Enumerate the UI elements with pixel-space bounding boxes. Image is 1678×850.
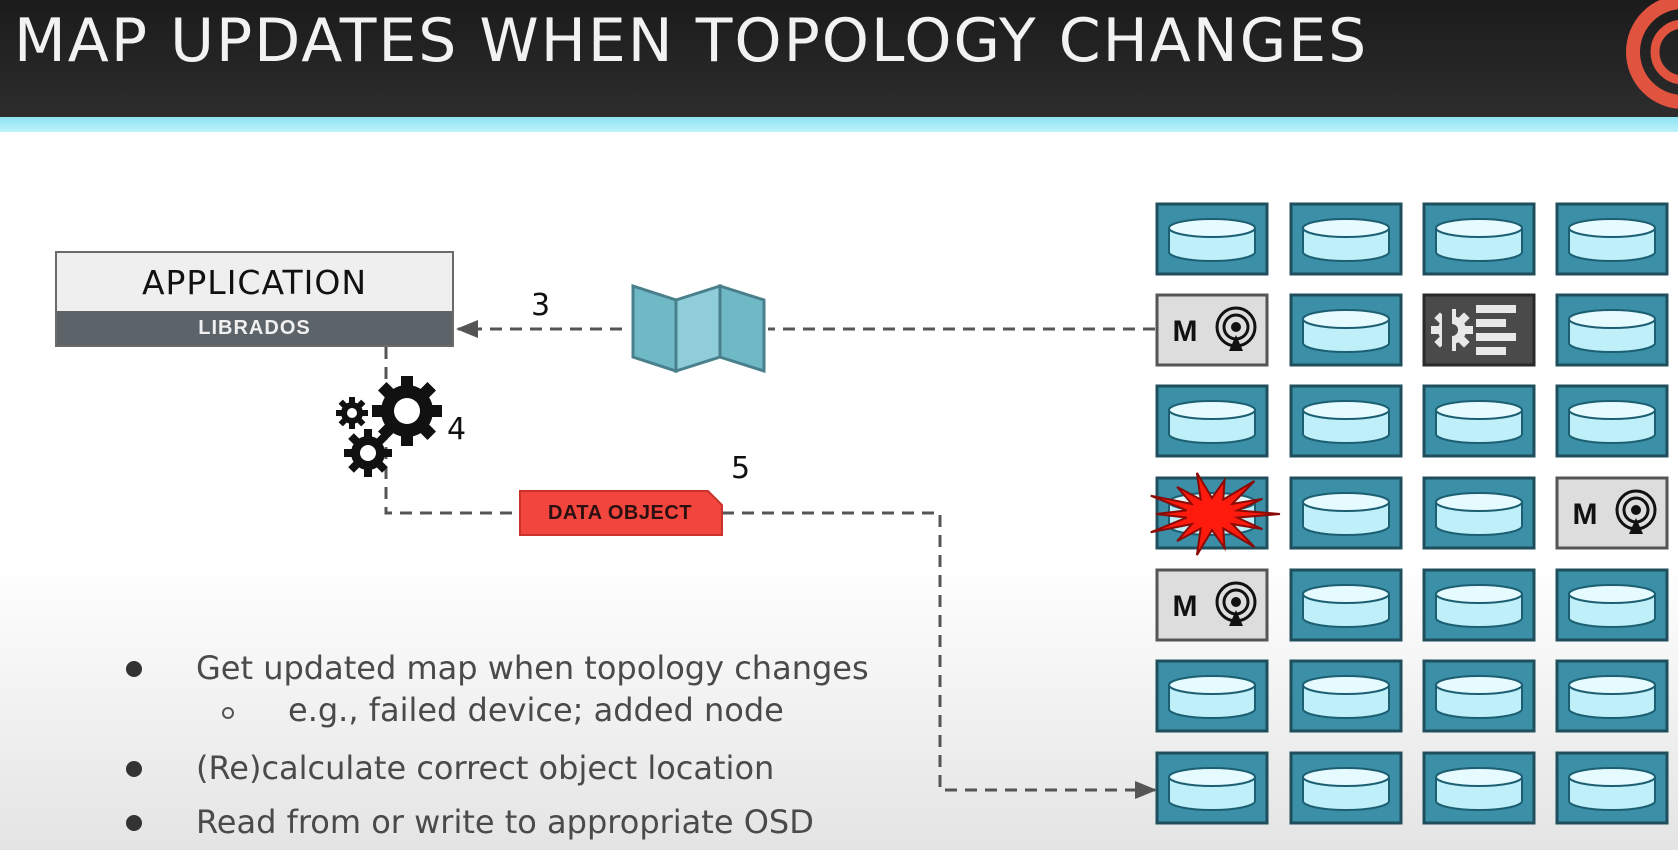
gears-icon — [336, 376, 442, 477]
osd-node — [1555, 751, 1669, 825]
folded-map-icon — [631, 283, 766, 374]
disk-icon — [1302, 584, 1390, 628]
osd-node — [1555, 568, 1669, 642]
osd-node — [1555, 293, 1669, 367]
monitor-label: M — [1173, 590, 1198, 623]
disk-icon — [1568, 400, 1656, 444]
osd-node — [1422, 384, 1536, 458]
monitor-node: M — [1155, 293, 1269, 367]
disk-icon — [1435, 584, 1523, 628]
monitor-node: M — [1555, 476, 1669, 550]
disk-icon — [1302, 492, 1390, 536]
disk-icon — [1168, 218, 1256, 262]
osd-node — [1289, 659, 1403, 733]
disk-icon — [1435, 492, 1523, 536]
step-4-label: 4 — [447, 412, 467, 447]
disk-icon — [1568, 767, 1656, 811]
disk-icon — [1302, 400, 1390, 444]
disk-icon — [1168, 675, 1256, 719]
step-5-label: 5 — [731, 451, 751, 486]
osd-node — [1289, 751, 1403, 825]
disk-icon — [1568, 584, 1656, 628]
disk-icon — [1168, 400, 1256, 444]
osd-node — [1289, 293, 1403, 367]
monitor-label: M — [1173, 315, 1198, 348]
osd-node — [1289, 202, 1403, 276]
osd-node — [1555, 202, 1669, 276]
osd-node — [1155, 659, 1269, 733]
osd-node — [1155, 202, 1269, 276]
disk-icon — [1435, 218, 1523, 262]
osd-node — [1422, 568, 1536, 642]
diagram-canvas: M M M — [336, 202, 1669, 825]
bullet-text: Get updated map when topology changes — [196, 649, 869, 687]
disk-icon — [1168, 767, 1256, 811]
bullet-text: (Re)calculate correct object location — [196, 749, 775, 787]
osd-node — [1155, 384, 1269, 458]
osd-node — [1155, 751, 1269, 825]
monitor-node: M — [1155, 568, 1269, 642]
osd-node — [1422, 751, 1536, 825]
osd-node — [1289, 476, 1403, 550]
disk-icon — [1568, 309, 1656, 353]
osd-node — [1422, 659, 1536, 733]
failed-osd-node — [1150, 472, 1281, 556]
disk-icon — [1435, 675, 1523, 719]
bullet-dot-icon — [126, 761, 142, 777]
disk-icon — [1568, 218, 1656, 262]
data-object-label: DATA OBJECT — [547, 502, 692, 524]
osd-node — [1422, 202, 1536, 276]
disk-icon — [1302, 767, 1390, 811]
disk-icon — [1568, 675, 1656, 719]
disk-icon — [1435, 400, 1523, 444]
bullet-dot-icon — [126, 815, 142, 831]
osd-node — [1555, 384, 1669, 458]
disk-icon — [1302, 675, 1390, 719]
bullet-dot-icon — [126, 661, 142, 677]
osd-node — [1555, 659, 1669, 733]
bullet-text: Read from or write to appropriate OSD — [196, 803, 814, 841]
disk-icon — [1302, 309, 1390, 353]
monitor-label: M — [1573, 498, 1598, 531]
disk-icon — [1435, 767, 1523, 811]
osd-node — [1422, 476, 1536, 550]
disk-icon — [1302, 218, 1390, 262]
sub-bullet-text: e.g., failed device; added node — [288, 691, 784, 729]
step-3-label: 3 — [531, 288, 551, 323]
manager-node — [1422, 293, 1536, 367]
osd-node — [1289, 568, 1403, 642]
osd-node — [1289, 384, 1403, 458]
cluster-grid: M M M — [1150, 202, 1669, 825]
sub-bullet-ring-icon — [222, 707, 234, 719]
